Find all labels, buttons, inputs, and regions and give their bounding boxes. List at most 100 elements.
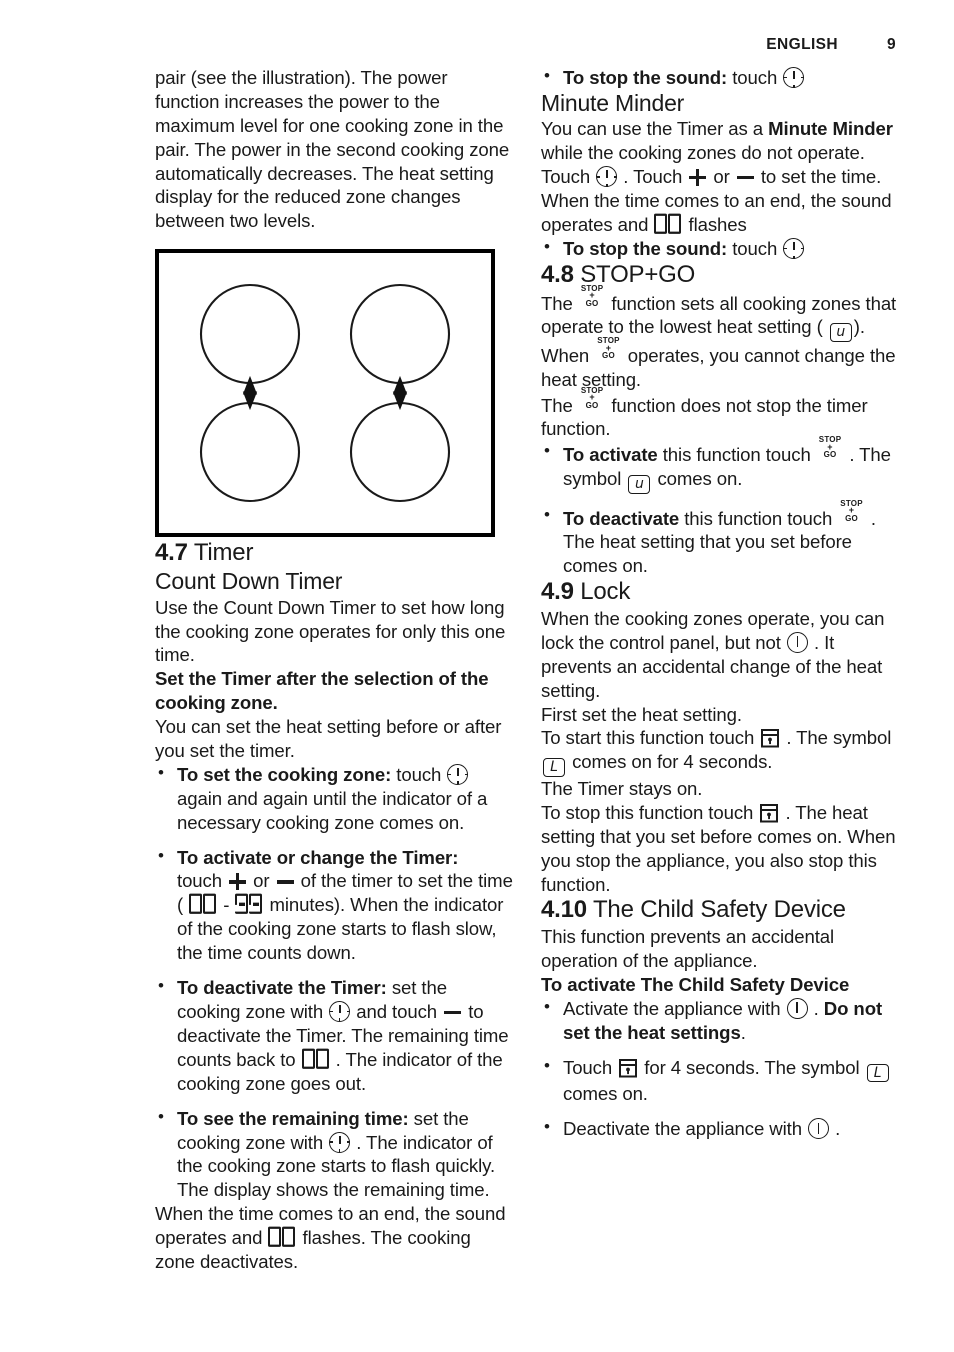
list-item: To activate this function touch STOP + G…	[541, 436, 899, 494]
plus-icon	[689, 169, 707, 187]
mm-bold-1: Minute Minder	[768, 118, 893, 140]
list-item: To deactivate the Timer: set the cooking…	[155, 975, 513, 1096]
stopgo-para-3: The STOP + GO function does not stop the…	[541, 386, 899, 442]
list-item: To stop the sound: touch	[541, 65, 899, 90]
list-item: Touch for 4 seconds. The symbol L comes …	[541, 1055, 899, 1107]
bullet-text: touch	[396, 763, 442, 785]
bullet-text: touch	[732, 67, 778, 88]
hob-cooking-zone-pairs-diagram	[155, 249, 495, 539]
list-item: To set the cooking zone: touch again and…	[155, 762, 513, 835]
stop-go-line-3: GO	[845, 513, 858, 523]
sg-text-2a: When	[541, 344, 590, 366]
bullet-text: comes on.	[563, 1083, 648, 1105]
stopgo-bullets: To activate this function touch STOP + G…	[541, 436, 899, 578]
subheading-count-down-timer: Count Down Timer	[155, 568, 343, 595]
sg-text-1c: ).	[853, 316, 865, 338]
minute-minder-paragraph: You can use the Timer as a Minute Minder…	[541, 117, 899, 237]
bullet-text: for 4 seconds. The symbol	[644, 1056, 860, 1078]
heading-4-10: 4.10 The Child Safety Device	[541, 896, 899, 925]
bullet-text: .	[740, 1021, 746, 1043]
mm-text-4: or	[713, 166, 730, 188]
lock-text-3a: To start this function touch	[541, 727, 755, 749]
mm-text-1: You can use the Timer as a	[541, 118, 764, 140]
list-item: To see the remaining time: set the cooki…	[155, 1106, 513, 1203]
lock-para-1: When the cooking zones operate, you can …	[541, 607, 899, 703]
header-page-number: 9	[886, 36, 896, 53]
bullet-lead: To stop the sound:	[563, 238, 728, 260]
bullet-lead: To activate or change the Timer:	[177, 846, 459, 868]
bullet-text: touch	[732, 238, 778, 260]
seven-segment-digits-99	[234, 893, 263, 919]
seven-segment-digits-00	[189, 893, 217, 919]
stop-go-icon: STOP + GO	[581, 386, 603, 409]
clock-icon	[329, 1131, 351, 1153]
stopgo-para-2: When STOP + GO operates, you cannot chan…	[541, 336, 899, 392]
clock-icon	[596, 166, 618, 188]
heading-4-10-number: 4.10	[541, 896, 587, 924]
lock-para-2: First set the heat setting.	[541, 703, 742, 725]
bullet-text: Touch	[563, 1056, 613, 1078]
stop-go-icon: STOP + GO	[581, 284, 603, 308]
two-column-body: pair (see the illustration). The power f…	[155, 65, 899, 1274]
bullet-text: Activate the appliance with	[563, 997, 781, 1019]
document-page: ENGLISH 9 pair (see the illustration). T…	[0, 0, 954, 1352]
bullet-lead: To see the remaining time:	[177, 1107, 409, 1129]
page-header: ENGLISH 9	[155, 36, 896, 62]
stop-go-line-3: GO	[602, 350, 615, 360]
stop-sound-bullet-top: To stop the sound: touch	[541, 65, 899, 90]
bullet-text: this function touch	[662, 444, 811, 466]
bullet-text: comes on.	[657, 468, 743, 490]
intro-paragraph: pair (see the illustration). The power f…	[155, 67, 510, 232]
count-down-timer-para-2: Set the Timer after the selection of the…	[155, 668, 489, 714]
stop-go-icon: STOP + GO	[819, 436, 841, 460]
lock-text-3c: comes on for 4 seconds.	[572, 751, 773, 773]
list-item: Deactivate the appliance with .	[541, 1116, 899, 1141]
stop-go-icon: STOP + GO	[597, 336, 619, 360]
lock-text-3b: . The symbol	[786, 727, 892, 749]
right-column: To stop the sound: touch Minute Minder Y…	[541, 65, 899, 1274]
child-safety-bullets: Activate the appliance with . Do not set…	[541, 996, 899, 1141]
stop-go-icon: STOP + GO	[840, 499, 862, 523]
mm-text-3: . Touch	[623, 166, 683, 188]
seven-segment-digits-00	[301, 1048, 330, 1073]
child-safety-para-1: This function prevents an accidental ope…	[541, 926, 835, 972]
count-down-timer-para-3: You can set the heat setting before or a…	[155, 716, 502, 761]
minus-icon	[444, 1004, 462, 1021]
bullet-text: this function touch	[684, 507, 833, 529]
bullet-text: .	[835, 1118, 841, 1140]
count-down-timer-closing: When the time comes to an end, the sound…	[155, 1202, 513, 1274]
seven-segment-digits-00	[654, 213, 682, 239]
display-symbol-u: u	[829, 323, 852, 343]
bullet-lead: To stop the sound:	[563, 67, 728, 88]
bullet-lead: To deactivate the Timer:	[177, 977, 387, 999]
seven-segment-digits-00	[268, 1226, 296, 1252]
mm-text-6: flashes	[688, 214, 747, 236]
list-item: To deactivate this function touch STOP +…	[541, 499, 899, 578]
list-item: To activate or change the Timer: touch o…	[155, 845, 513, 966]
bullet-lead: To deactivate	[563, 507, 680, 529]
plus-icon	[229, 873, 247, 891]
minus-icon	[276, 873, 294, 890]
power-icon	[786, 997, 808, 1019]
minute-minder-bullets: To stop the sound: touch	[541, 236, 899, 261]
stopgo-para-1: The STOP + GO function sets all cooking …	[541, 284, 899, 343]
power-icon	[808, 1118, 830, 1140]
sg-text-2b: operates, you cannot change the heat set…	[541, 344, 896, 390]
lock-para-3: To start this function touch . The symbo…	[541, 726, 899, 778]
child-safety-subheading: To activate The Child Safety Device	[541, 974, 850, 996]
bullet-text: Deactivate the appliance with	[563, 1118, 802, 1140]
lock-text-5a: To stop this function touch	[541, 801, 754, 823]
clock-icon	[447, 763, 469, 785]
display-symbol-L: L	[866, 1063, 889, 1083]
count-down-timer-bullets: To set the cooking zone: touch again and…	[155, 762, 513, 1203]
left-column: pair (see the illustration). The power f…	[155, 66, 513, 1274]
heading-4-7-number: 4.7	[155, 539, 188, 567]
power-icon	[786, 631, 808, 653]
heading-4-9-title: Lock	[580, 578, 631, 606]
list-item: To stop the sound: touch	[541, 236, 899, 261]
list-item: Activate the appliance with . Do not set…	[541, 996, 899, 1045]
clock-icon	[783, 67, 805, 88]
stop-go-line-3: GO	[585, 298, 599, 308]
stop-go-line-3: GO	[823, 450, 837, 460]
display-symbol-u: u	[628, 475, 651, 494]
